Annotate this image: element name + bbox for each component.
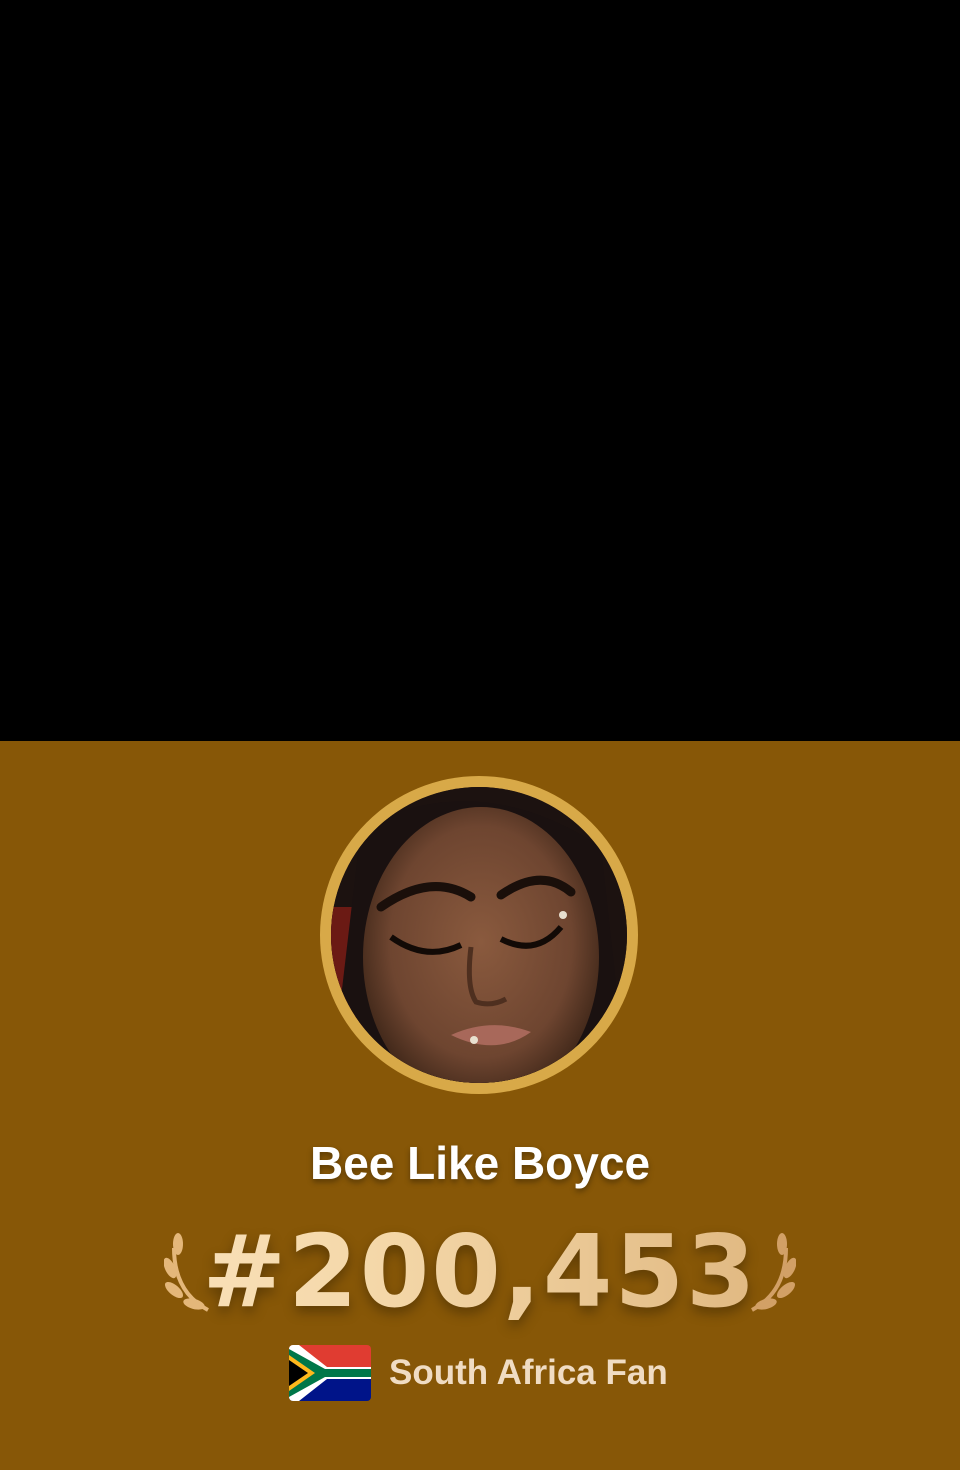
video-area — [0, 0, 960, 741]
laurel-right-icon — [751, 1233, 796, 1312]
rank-row: #200,453 — [0, 1212, 960, 1332]
south-africa-flag-icon — [289, 1345, 371, 1401]
avatar[interactable] — [331, 787, 627, 1083]
fan-label: South Africa Fan — [389, 1353, 668, 1392]
rank-number: #200,453 — [0, 1212, 960, 1332]
user-name: Bee Like Boyce — [309, 1137, 651, 1189]
avatar-photo — [331, 787, 627, 1083]
